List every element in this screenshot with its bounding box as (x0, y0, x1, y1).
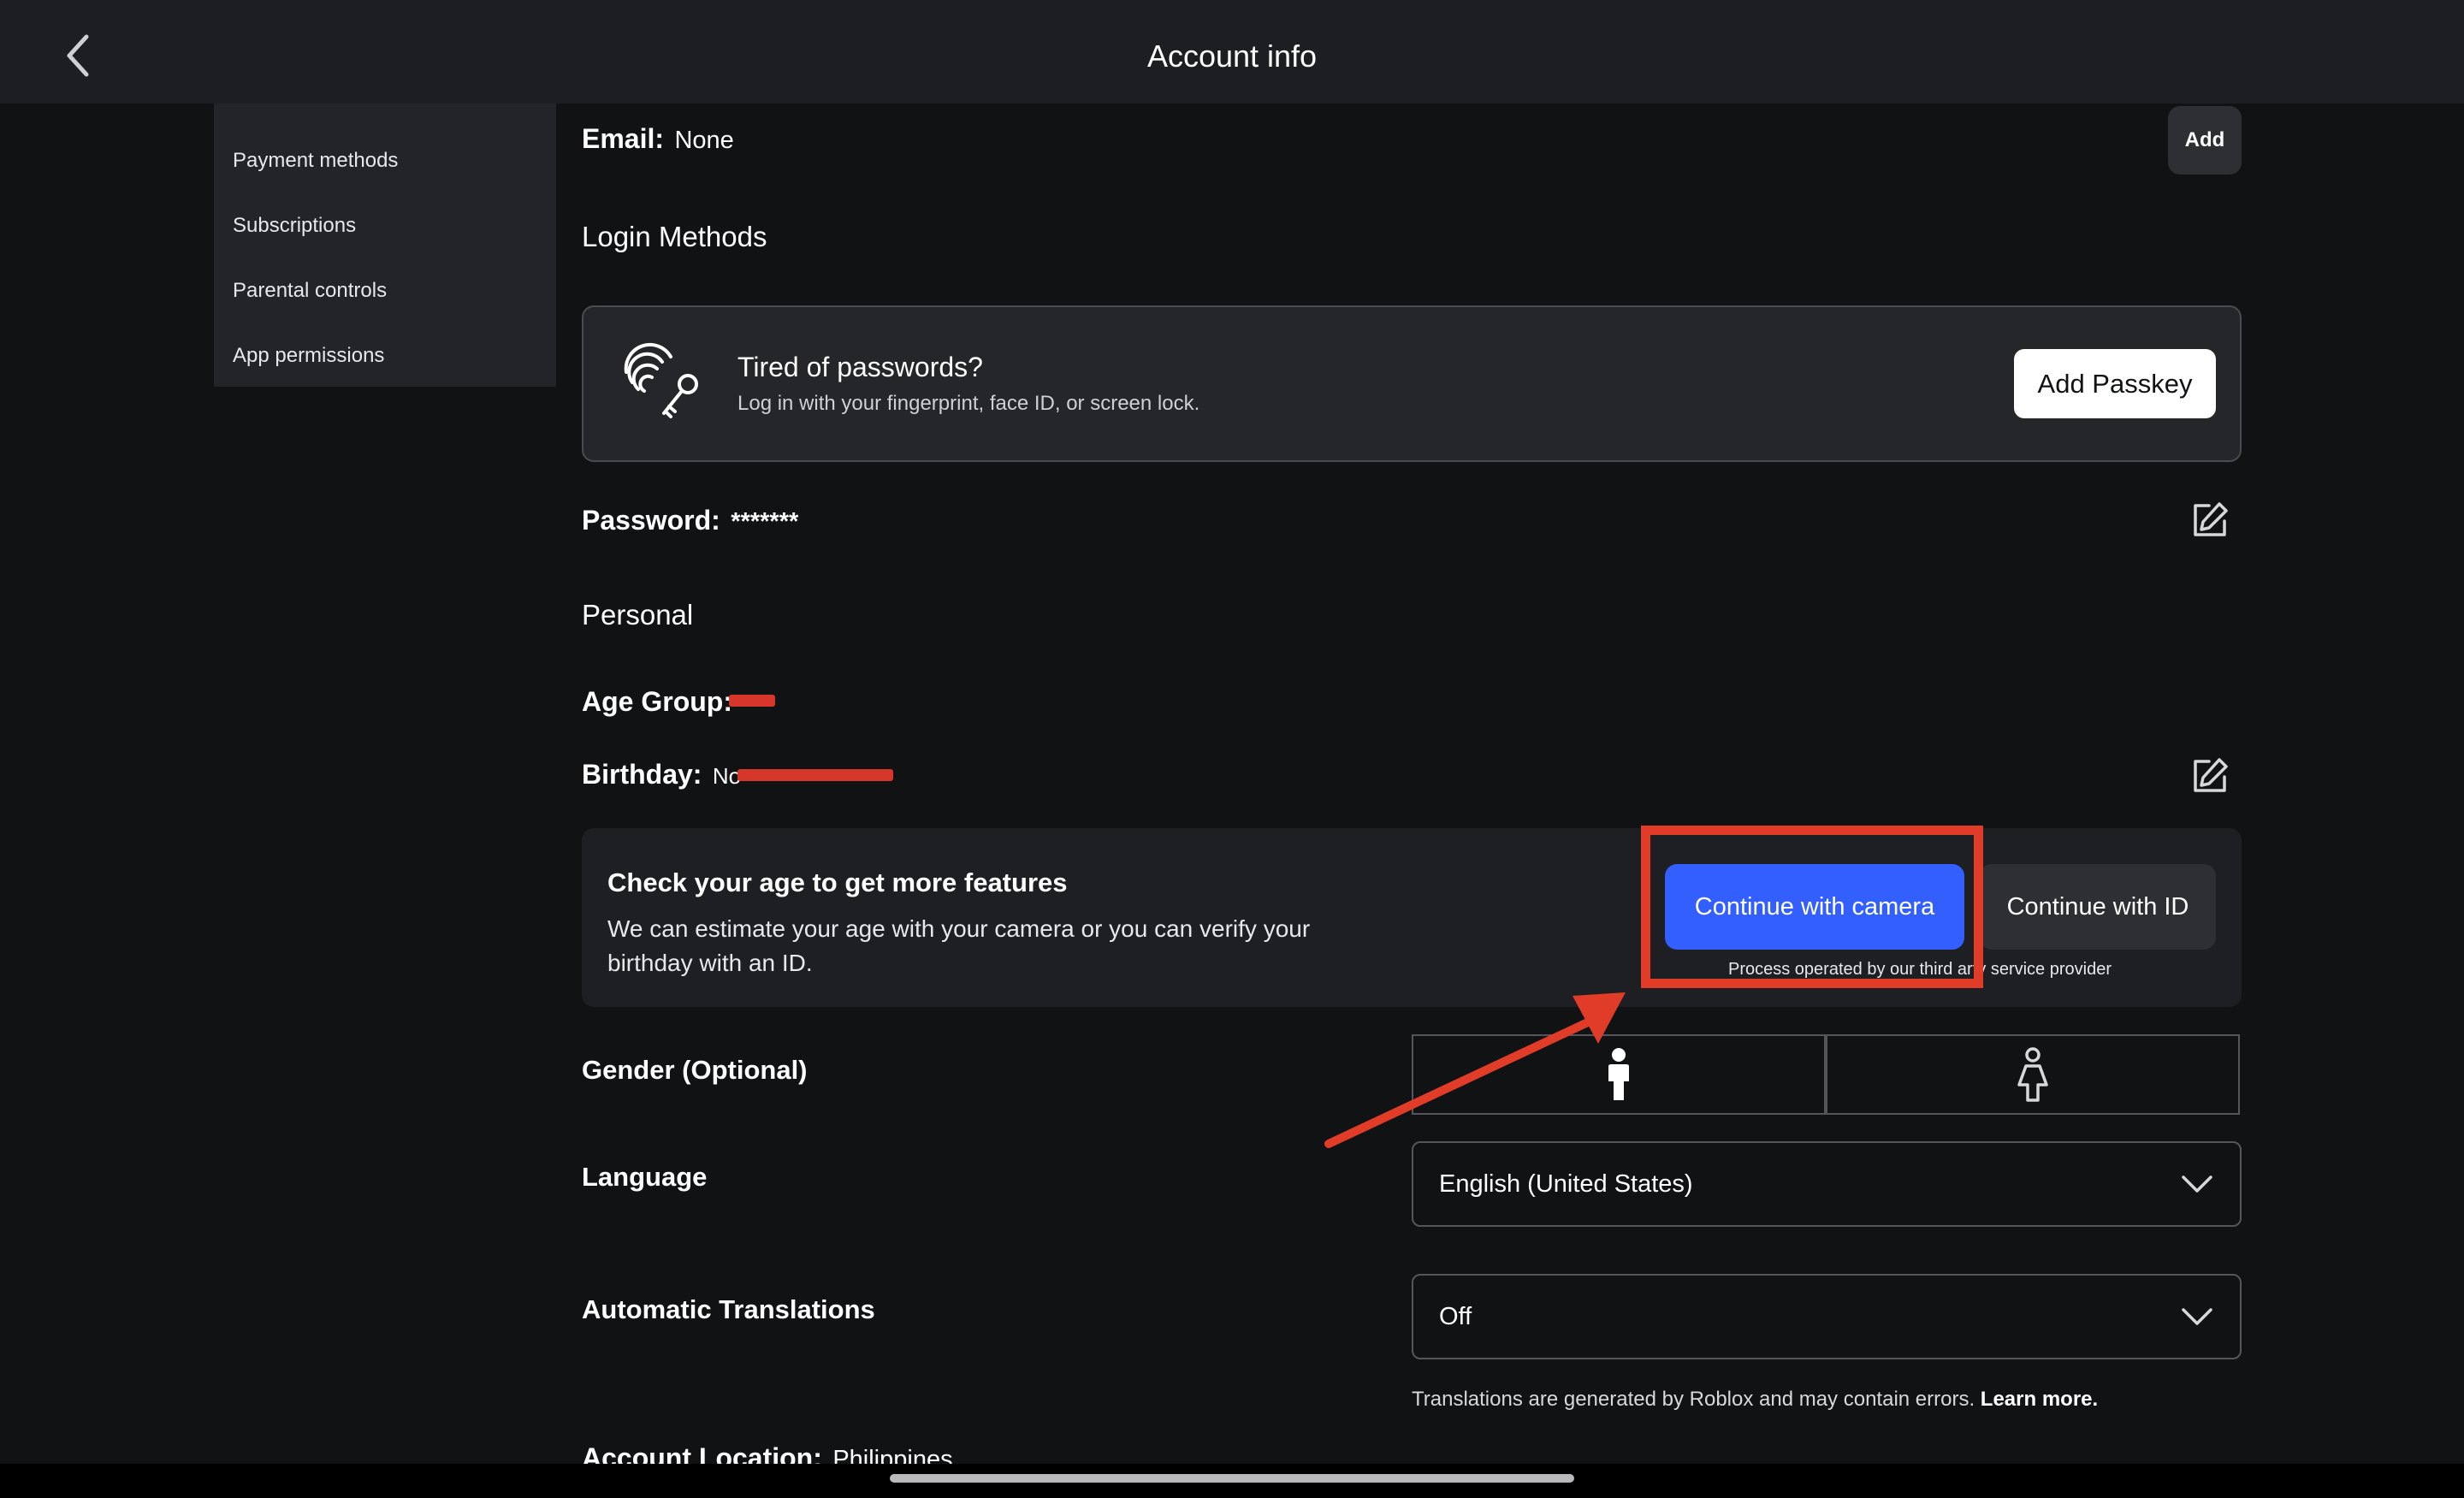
chevron-left-icon (67, 34, 89, 77)
language-label: Language (582, 1162, 708, 1192)
sidebar-item-payment-methods[interactable]: Payment methods (233, 149, 398, 173)
language-select[interactable]: English (United States) (1412, 1141, 2242, 1227)
age-check-title: Check your age to get more features (607, 867, 1068, 897)
translation-note: Translations are generated by Roblox and… (1412, 1388, 2098, 1412)
sidebar-item-parental-controls[interactable]: Parental controls (233, 279, 387, 303)
auto-translations-label: Automatic Translations (582, 1294, 875, 1324)
passkey-title: Tired of passwords? (737, 352, 983, 382)
personal-title: Personal (582, 599, 694, 631)
edit-password-icon[interactable] (2190, 500, 2230, 540)
password-label: Password: (582, 505, 720, 536)
auto-translations-select[interactable]: Off (1412, 1274, 2242, 1359)
gender-label: Gender (Optional) (582, 1055, 808, 1085)
age-check-body-line2: birthday with an ID. (607, 950, 813, 976)
age-group-label: Age Group: (582, 686, 732, 717)
home-indicator[interactable] (890, 1474, 1574, 1483)
email-label: Email: (582, 123, 665, 154)
passkey-subtitle: Log in with your fingerprint, face ID, o… (737, 392, 1200, 415)
female-person-icon (2017, 1047, 2048, 1102)
settings-sidebar: Payment methods Subscriptions Parental c… (214, 104, 556, 387)
back-button[interactable] (51, 26, 103, 86)
email-value: None (674, 127, 734, 154)
edit-birthday-icon[interactable] (2190, 756, 2230, 796)
language-select-value: English (United States) (1439, 1170, 1693, 1198)
sidebar-item-subscriptions[interactable]: Subscriptions (233, 214, 356, 238)
app-header: Account info (0, 0, 2464, 104)
password-value: ******* (731, 508, 799, 536)
login-methods-title: Login Methods (582, 221, 767, 252)
gender-male-option[interactable] (1412, 1034, 1826, 1115)
passkey-card: Tired of passwords? Log in with your fin… (582, 305, 2242, 462)
redaction-mark (737, 769, 893, 781)
auto-translations-select-value: Off (1439, 1303, 1472, 1330)
age-check-body-line1: We can estimate your age with your camer… (607, 915, 1311, 942)
continue-with-id-button[interactable]: Continue with ID (1980, 864, 2216, 950)
add-passkey-button[interactable]: Add Passkey (2014, 349, 2216, 418)
add-email-button[interactable]: Add (2168, 106, 2242, 175)
fingerprint-key-icon (624, 342, 698, 418)
annotation-highlight-box (1641, 826, 1983, 988)
gender-female-option[interactable] (1826, 1034, 2240, 1115)
translation-note-text: Translations are generated by Roblox and… (1412, 1388, 1975, 1411)
redaction-mark (729, 695, 775, 707)
male-person-icon (1608, 1048, 1629, 1100)
page-title: Account info (1146, 38, 1318, 74)
password-row: Password: ******* (582, 505, 798, 536)
sidebar-item-app-permissions[interactable]: App permissions (233, 344, 384, 368)
chevron-down-icon (2182, 1308, 2212, 1325)
birthday-row: Birthday: No (582, 759, 741, 790)
chevron-down-icon (2182, 1175, 2212, 1193)
age-group-row: Age Group: (582, 686, 732, 718)
learn-more-link[interactable]: Learn more. (1981, 1388, 2098, 1411)
email-row: Email: None (582, 123, 734, 155)
birthday-label: Birthday: (582, 759, 702, 790)
